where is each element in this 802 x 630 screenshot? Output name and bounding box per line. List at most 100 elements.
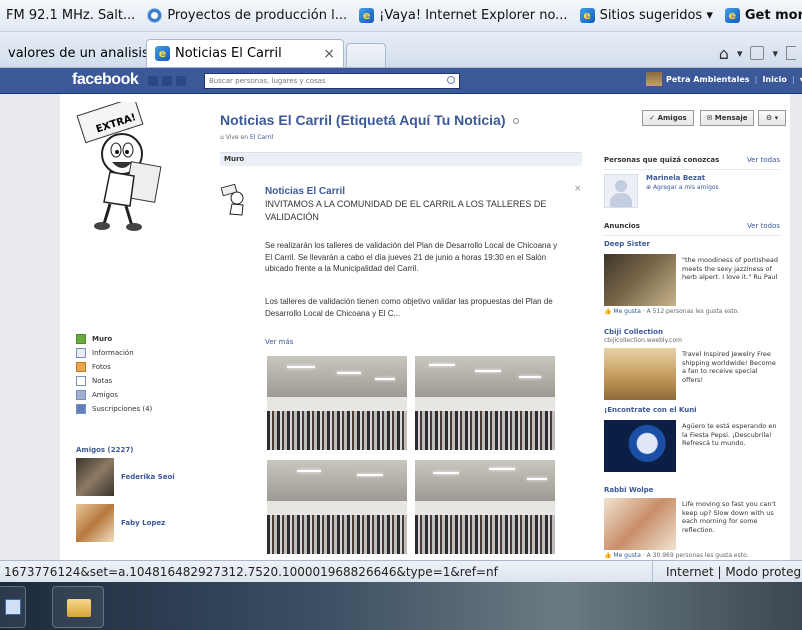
globe-icon — [147, 8, 163, 23]
ad-text: Agüero te está esperando en la Fiesta Pe… — [682, 422, 777, 447]
nav-label: Notas — [92, 377, 113, 385]
page-title: Noticias El Carril (Etiquetá Aquí Tu Not… — [220, 112, 520, 128]
like-count: · A 512 personas les gusta esto. — [640, 308, 740, 315]
ad-text: Travel Inspired Jewelry Free shipping wo… — [682, 350, 776, 384]
ad-like: 👍 Me gusta · A 512 personas les gusta es… — [604, 308, 739, 315]
notes-icon — [76, 376, 86, 386]
ad-url[interactable]: cbijicollection.weebly.com — [604, 337, 682, 344]
document-icon — [5, 599, 21, 615]
lives-in: ⌂ Vive en El Carril — [220, 134, 273, 141]
post-photo[interactable] — [415, 356, 555, 450]
see-all-people-link[interactable]: Ver todas — [747, 156, 780, 164]
ad-title[interactable]: Cbiji Collection — [604, 328, 663, 336]
tab-valores[interactable]: valores de un analisis ... — [0, 39, 146, 67]
print-icon[interactable] — [786, 46, 796, 60]
friend-photo — [76, 504, 114, 542]
see-all-ads-link[interactable]: Ver todos — [747, 222, 780, 230]
taskbar-app-icon[interactable] — [0, 586, 26, 628]
post-author-avatar[interactable] — [220, 184, 254, 218]
info-icon — [76, 348, 86, 358]
friend-item[interactable]: Faby Lopez — [76, 504, 165, 542]
left-nav-suscripciones-item[interactable]: Suscripciones (4) — [76, 404, 152, 414]
wall-icon — [76, 334, 86, 344]
security-zone[interactable]: Internet | Modo protegido — [652, 561, 802, 582]
home-icon[interactable]: ⌂ — [719, 44, 729, 63]
zone-label: Internet | Modo protegido — [666, 565, 802, 579]
close-tab-icon[interactable]: × — [323, 46, 335, 62]
left-nav-amigos[interactable]: Amigos — [76, 390, 118, 400]
post-author[interactable]: Noticias El Carril — [265, 186, 345, 197]
suggestion-name[interactable]: Marinela Bezat — [646, 174, 705, 182]
ad-title[interactable]: ¡Encontrate con el Kuni — [604, 406, 697, 414]
info-dot-icon — [513, 118, 520, 125]
post-paragraph-2: Los talleres de validación tienen como o… — [265, 297, 553, 318]
people-header-label: Personas que quizá conozcas — [604, 156, 720, 164]
ad-text: "the moodiness of portishead meets the s… — [682, 256, 778, 281]
chevron-down-icon[interactable]: ▾ — [737, 47, 743, 60]
friend-requests-icon[interactable] — [148, 76, 158, 86]
post-photo[interactable] — [415, 460, 555, 554]
close-post-icon[interactable]: × — [574, 184, 582, 194]
ad-image[interactable] — [604, 420, 676, 472]
post-photo[interactable] — [267, 356, 407, 450]
notifications-icon[interactable] — [176, 76, 186, 86]
see-more-link[interactable]: Ver más — [265, 338, 293, 346]
search-icon[interactable] — [447, 76, 455, 84]
favorite-ie-warning[interactable]: e ¡Vaya! Internet Explorer no... — [359, 8, 568, 23]
avatar[interactable] — [646, 72, 662, 86]
tab-noticias-el-carril[interactable]: e Noticias El Carril × — [146, 39, 344, 67]
suggestion-avatar[interactable] — [604, 174, 638, 208]
taskbar-explorer-button[interactable] — [52, 586, 104, 628]
feeds-icon[interactable] — [750, 46, 765, 60]
friend-item[interactable]: Federika Seoi — [76, 458, 175, 496]
friends-icon — [76, 390, 86, 400]
nav-label: Fotos — [92, 363, 111, 371]
left-column: EXTRA! Muro Información Fotos Notas Amig… — [60, 94, 200, 560]
ad-image[interactable] — [604, 254, 676, 306]
new-tab-button[interactable] — [346, 43, 386, 67]
nav-label: Amigos — [92, 391, 118, 399]
home-small-icon: ⌂ — [220, 134, 224, 141]
user-name[interactable]: Petra Ambientales — [666, 75, 750, 84]
status-url: 1673776124&set=a.104816482927312.7520.10… — [4, 564, 498, 579]
lives-in-place-link[interactable]: El Carril — [250, 134, 273, 141]
web-page: facebook Buscar personas, lugares y cosa… — [0, 68, 802, 560]
favorite-label: Sitios sugeridos ▾ — [599, 8, 713, 23]
ad-text: Life moving so fast you can't keep up? S… — [682, 500, 776, 534]
favorite-suggested-sites[interactable]: e Sitios sugeridos ▾ — [579, 8, 713, 23]
ad-image[interactable] — [604, 348, 676, 400]
left-nav-notas[interactable]: Notas — [76, 376, 112, 386]
post-photo[interactable] — [267, 460, 407, 554]
favorite-label: ¡Vaya! Internet Explorer no... — [379, 8, 568, 23]
user-menu: Petra Ambientales | Inicio | ▾ — [646, 72, 802, 86]
like-icon: 👍 — [604, 552, 612, 559]
facebook-logo[interactable]: facebook — [72, 71, 139, 89]
friends-header[interactable]: Amigos (2227) — [76, 446, 133, 454]
home-link[interactable]: Inicio — [762, 75, 786, 84]
tab-label: Noticias El Carril — [175, 46, 282, 61]
page-title-text: Noticias El Carril (Etiquetá Aquí Tu Not… — [220, 112, 506, 128]
ad-like: 👍 Me gusta · A 30.969 personas les gusta… — [604, 552, 749, 559]
like-icon: 👍 — [604, 308, 612, 315]
like-link[interactable]: Me gusta — [613, 552, 641, 559]
nav-label: Información — [92, 349, 134, 357]
like-link[interactable]: Me gusta — [613, 308, 641, 315]
nav-label: Suscripciones (4) — [92, 405, 153, 413]
left-nav-muro[interactable]: Muro — [76, 334, 112, 344]
left-nav-fotos[interactable]: Fotos — [76, 362, 111, 372]
ad-image[interactable] — [604, 498, 676, 550]
chevron-down-icon[interactable]: ▾ — [772, 47, 778, 60]
profile-picture[interactable]: EXTRA! — [70, 102, 182, 232]
ie-icon: e — [155, 46, 170, 61]
favorite-proyectos[interactable]: Proyectos de producción l... — [147, 8, 347, 23]
search-input[interactable]: Buscar personas, lugares y cosas — [204, 73, 460, 89]
add-friend-link[interactable]: ⊕ Agregar a mis amigos — [646, 184, 719, 191]
ad-title[interactable]: Rabbi Wolpe — [604, 486, 653, 494]
left-nav-informacion[interactable]: Información — [76, 348, 134, 358]
favorite-fm-radio[interactable]: FM 92.1 MHz. Salt... — [6, 8, 135, 23]
wall-tab[interactable]: Muro — [224, 155, 244, 163]
ad-title[interactable]: Deep Sister — [604, 240, 650, 248]
favorite-addons[interactable]: e Get more Add-ons ▾ — [724, 8, 802, 23]
windows-taskbar — [0, 582, 802, 630]
messages-icon[interactable] — [162, 76, 172, 86]
